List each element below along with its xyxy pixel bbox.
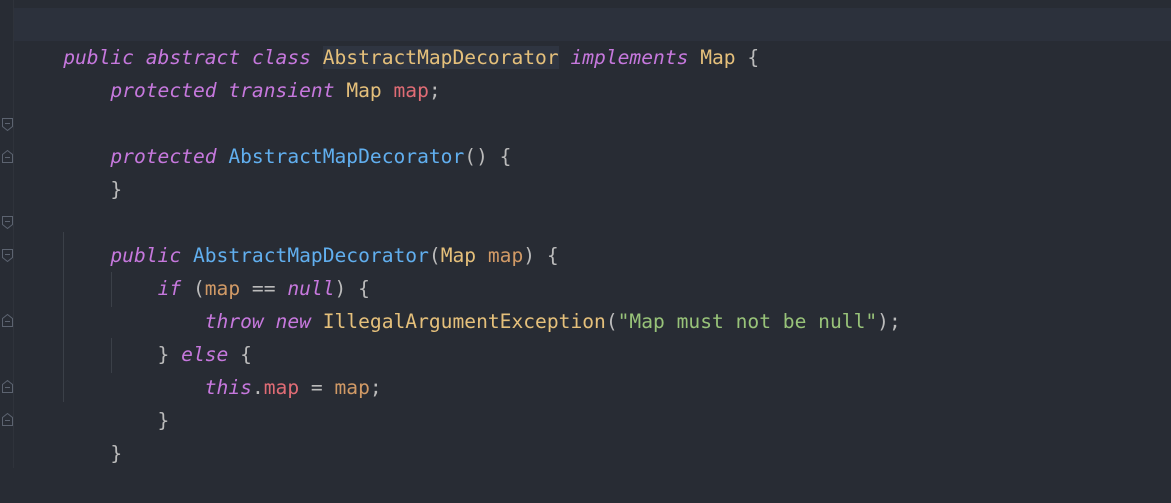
punctuation-token: ;: [428, 79, 441, 102]
punctuation-token: .: [251, 376, 264, 399]
fold-open-icon[interactable]: [1, 117, 14, 132]
indent-token: [63, 79, 110, 102]
punctuation-token: ) {: [523, 244, 559, 267]
editor-gutter: [0, 0, 14, 468]
punctuation-token: }: [63, 442, 123, 465]
type-token[interactable]: Map: [700, 46, 735, 69]
code-line[interactable]: } else {: [16, 305, 252, 366]
code-line[interactable]: }: [16, 140, 122, 201]
type-token[interactable]: Map: [346, 79, 381, 102]
punctuation-token: );: [877, 310, 901, 333]
code-line[interactable]: throw new IllegalArgumentException("Map …: [16, 272, 901, 333]
code-line[interactable]: protected transient Map map;: [16, 41, 440, 102]
punctuation-token: () {: [464, 145, 512, 168]
parameter-token[interactable]: map: [488, 244, 523, 267]
code-line[interactable]: public abstract class AbstractMapDecorat…: [16, 8, 759, 69]
code-line[interactable]: this.map = map;: [16, 338, 382, 399]
fold-close-icon[interactable]: [1, 379, 14, 394]
gutter-border: [13, 0, 14, 468]
field-token[interactable]: map: [264, 376, 299, 399]
code-line[interactable]: }: [16, 404, 122, 465]
type-token[interactable]: IllegalArgumentException: [323, 310, 606, 333]
fold-close-icon[interactable]: [1, 149, 14, 164]
code-line[interactable]: [16, 173, 63, 206]
type-token[interactable]: Map: [441, 244, 476, 267]
punctuation-token: (: [605, 310, 618, 333]
fold-close-icon[interactable]: [1, 313, 14, 328]
field-token[interactable]: map: [394, 79, 429, 102]
keyword-token: this: [204, 376, 252, 399]
keyword-token: transient: [228, 79, 335, 102]
keyword-token: new: [275, 310, 311, 333]
string-literal-token: "Map must not be null": [617, 310, 878, 333]
fold-open-icon[interactable]: [1, 215, 14, 230]
punctuation-token: (: [428, 244, 441, 267]
fold-close-icon[interactable]: [1, 412, 14, 427]
keyword-token: protected: [110, 145, 217, 168]
fold-open-icon[interactable]: [1, 248, 14, 263]
parameter-token[interactable]: map: [335, 376, 370, 399]
keyword-token: protected: [110, 79, 217, 102]
code-line[interactable]: [16, 74, 63, 107]
keyword-token: implements: [570, 46, 689, 69]
operator-token: =: [299, 376, 335, 399]
punctuation-token: }: [63, 178, 123, 201]
punctuation-token: {: [735, 46, 760, 69]
code-line[interactable]: protected AbstractMapDecorator() {: [16, 107, 511, 168]
constructor-name-token[interactable]: AbstractMapDecorator: [228, 145, 464, 168]
code-line[interactable]: public AbstractMapDecorator(Map map) {: [16, 206, 558, 267]
code-line[interactable]: }: [16, 371, 170, 432]
code-editor[interactable]: public abstract class AbstractMapDecorat…: [0, 0, 1171, 468]
code-line[interactable]: if (map == null) {: [16, 239, 370, 300]
punctuation-token: ;: [369, 376, 382, 399]
